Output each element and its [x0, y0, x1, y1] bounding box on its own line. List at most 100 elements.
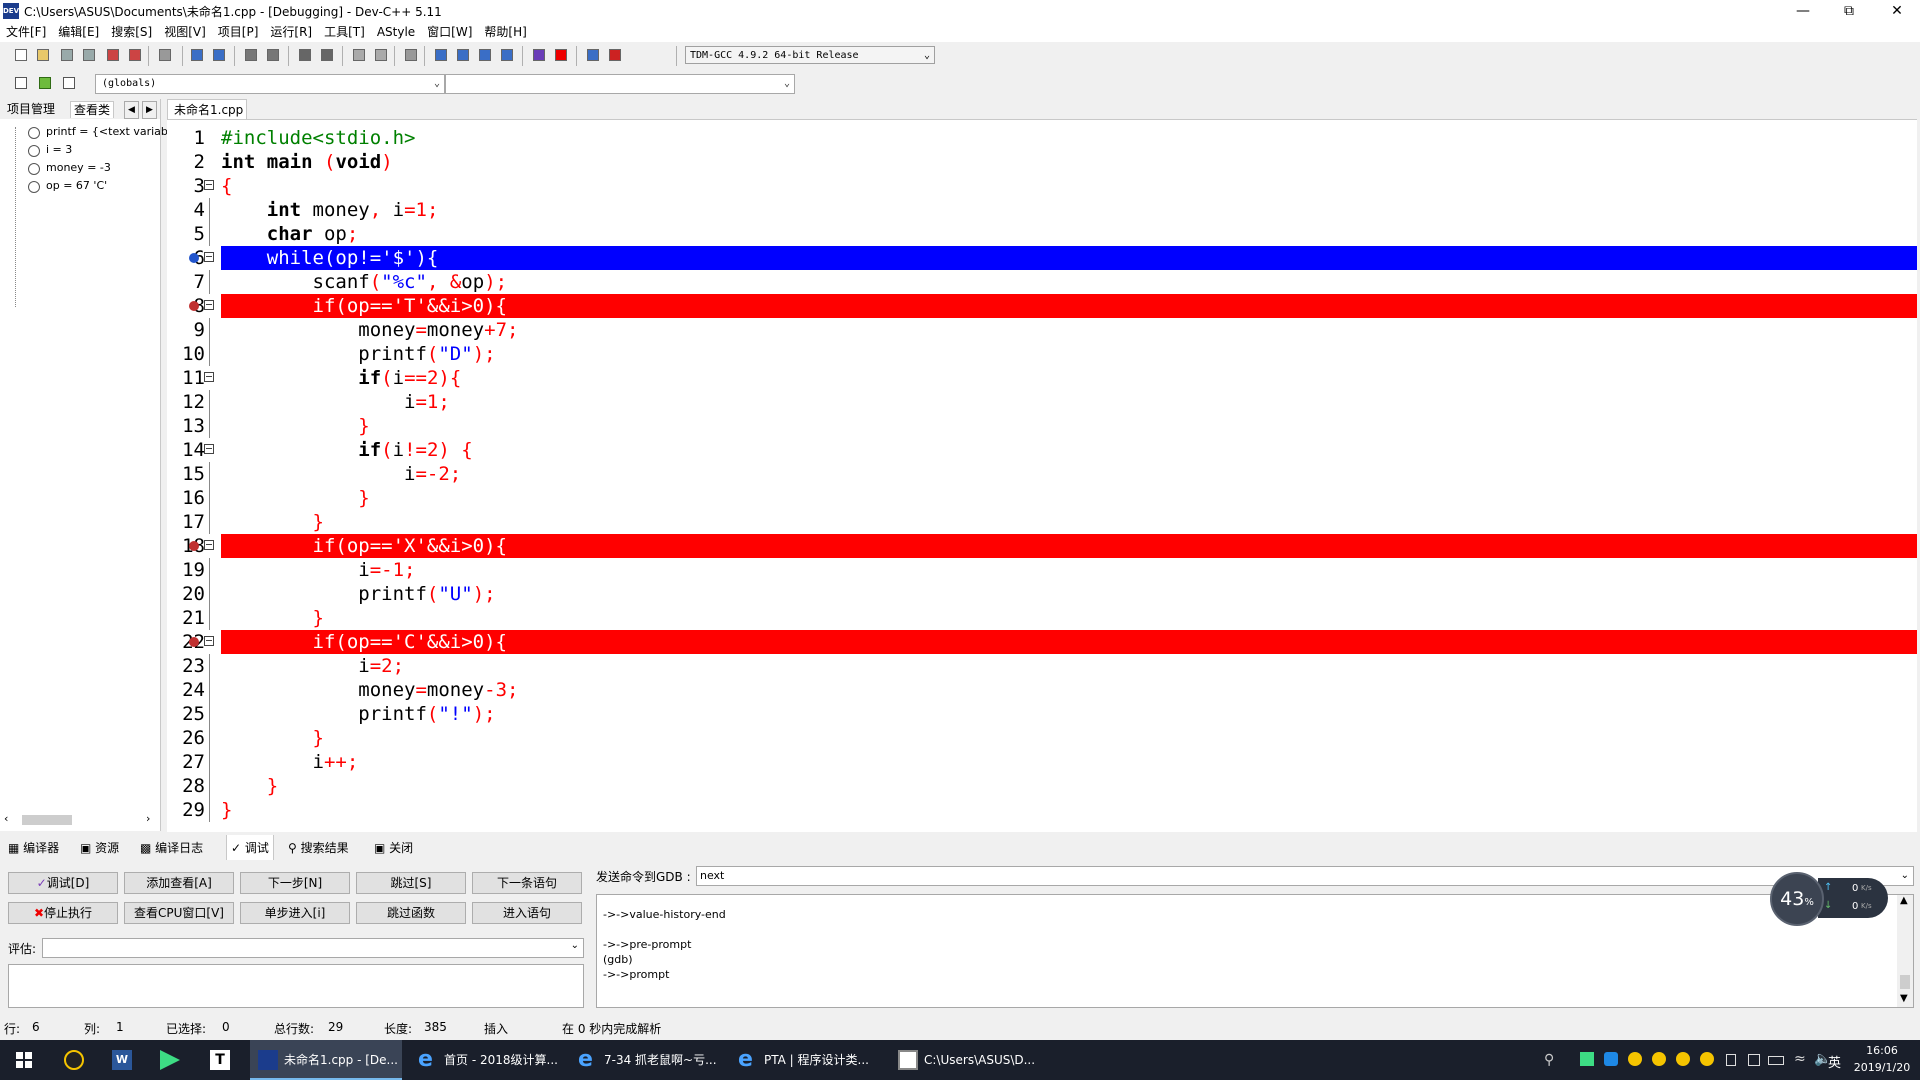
watch-item[interactable]: printf = {<text variab	[46, 125, 168, 138]
fold-toggle-icon[interactable]	[203, 630, 217, 654]
watch-item[interactable]: op = 67 'C'	[46, 179, 107, 192]
goto-line-icon[interactable]	[60, 74, 78, 92]
code-line[interactable]: 23 i=2;	[167, 654, 1917, 678]
tab-compiler[interactable]: ▦ 编译器	[8, 839, 59, 856]
clock[interactable]: 16:06 2019/1/20	[1852, 1042, 1912, 1076]
fold-toggle-icon[interactable]	[203, 534, 217, 558]
scroll-down-icon[interactable]: ▼	[1900, 993, 1908, 1004]
syntax-check-icon[interactable]	[530, 46, 548, 64]
code-line[interactable]: 3{	[167, 174, 1917, 198]
editor-tab-file[interactable]: 未命名1.cpp	[167, 99, 247, 119]
fold-toggle-icon[interactable]	[203, 366, 217, 390]
close-all-icon[interactable]	[126, 46, 144, 64]
print-icon[interactable]	[156, 46, 174, 64]
gdb-output[interactable]: ->->value-history-end ->->pre-prompt (gdb)…	[596, 894, 1914, 1008]
qq-penguin-icon[interactable]	[64, 1050, 84, 1070]
code-line[interactable]: 27 i++;	[167, 750, 1917, 774]
menu-item[interactable]: 窗口[W]	[421, 22, 478, 42]
qq-tray-icon[interactable]	[1628, 1052, 1642, 1066]
menu-item[interactable]: AStyle	[371, 22, 421, 42]
scope-combo[interactable]: (globals) ⌄	[95, 74, 445, 94]
code-line[interactable]: 2 int main (void)	[167, 150, 1917, 174]
close-button[interactable]: ✕	[1874, 0, 1920, 22]
save-all-icon[interactable]	[80, 46, 98, 64]
fold-toggle-icon[interactable]	[203, 294, 217, 318]
tab-search-results[interactable]: ⚲ 搜索结果	[288, 839, 349, 856]
code-line[interactable]: 14 if(i!=2) {	[167, 438, 1917, 462]
back-icon[interactable]	[350, 46, 368, 64]
stop-execution-button[interactable]: ✖停止执行	[8, 902, 118, 924]
symbol-combo[interactable]: ⌄	[445, 74, 795, 94]
code-line[interactable]: 20 printf("U");	[167, 582, 1917, 606]
word-icon[interactable]: W	[112, 1050, 132, 1070]
skip-function-button[interactable]: 跳过函数	[356, 902, 466, 924]
qq-tray-icon[interactable]	[1652, 1052, 1666, 1066]
tab-compile-log[interactable]: ▩ 编译日志	[140, 839, 203, 856]
menu-item[interactable]: 视图[V]	[158, 22, 212, 42]
usb-device-icon[interactable]	[1726, 1054, 1736, 1066]
code-line[interactable]: 12 i=1;	[167, 390, 1917, 414]
indent-icon[interactable]	[296, 46, 314, 64]
tab-debug[interactable]: ✓ 调试	[226, 835, 274, 863]
replace-icon[interactable]	[264, 46, 282, 64]
task-browser-pta[interactable]: e PTA | 程序设计类...	[730, 1040, 882, 1080]
goto-bookmark-icon[interactable]	[36, 74, 54, 92]
code-editor[interactable]: 1 #include<stdio.h> 2 int main (void) 3{4 in…	[167, 119, 1917, 832]
eval-input[interactable]: ⌄	[42, 938, 584, 958]
menu-item[interactable]: 搜索[S]	[105, 22, 158, 42]
menu-item[interactable]: 编辑[E]	[52, 22, 105, 42]
play-store-icon[interactable]	[160, 1050, 180, 1070]
task-devcpp[interactable]: 未命名1.cpp - [De...	[250, 1040, 402, 1080]
code-line[interactable]: 18 if(op=='X'&&i>0){	[167, 534, 1917, 558]
code-line[interactable]: 13 }	[167, 414, 1917, 438]
new-file-icon[interactable]	[12, 46, 30, 64]
code-line[interactable]: 7 scanf("%c", &op);	[167, 270, 1917, 294]
stop-icon[interactable]	[552, 46, 570, 64]
current-line-arrow-icon[interactable]	[189, 253, 199, 263]
undo-icon[interactable]	[188, 46, 206, 64]
breakpoint-icon[interactable]	[189, 637, 199, 647]
code-line[interactable]: 5 char op;	[167, 222, 1917, 246]
step-into-button[interactable]: 单步进入[i]	[240, 902, 350, 924]
menu-item[interactable]: 帮助[H]	[478, 22, 532, 42]
fold-toggle-icon[interactable]	[203, 246, 217, 270]
tab-close[interactable]: ▣ 关闭	[374, 839, 413, 856]
profile-icon[interactable]	[606, 46, 624, 64]
breakpoint-icon[interactable]	[189, 541, 199, 551]
rebuild-icon[interactable]	[498, 46, 516, 64]
compiler-select[interactable]: TDM-GCC 4.9.2 64-bit Release ⌄	[685, 46, 935, 64]
breakpoint-icon[interactable]	[189, 301, 199, 311]
task-console[interactable]: C:\Users\ASUS\D...	[890, 1040, 1042, 1080]
wifi-icon[interactable]: ≈	[1794, 1051, 1806, 1067]
menu-item[interactable]: 运行[R]	[264, 22, 318, 42]
tab-scroll-right-icon[interactable]: ▶	[142, 101, 157, 119]
chart-icon[interactable]	[584, 46, 602, 64]
toggle-bookmark-icon[interactable]	[402, 46, 420, 64]
task-browser-problem[interactable]: e 7-34 抓老鼠啊~亏...	[570, 1040, 722, 1080]
maximize-button[interactable]: ⧉	[1826, 0, 1872, 22]
compile-icon[interactable]	[432, 46, 450, 64]
code-line[interactable]: 6 while(op!='$'){	[167, 246, 1917, 270]
run-icon[interactable]	[454, 46, 472, 64]
battery-icon[interactable]	[1768, 1056, 1784, 1065]
code-line[interactable]: 10 printf("D");	[167, 342, 1917, 366]
redo-icon[interactable]	[210, 46, 228, 64]
network-speed-widget[interactable]: ↑ 0 K/s ↓ 0 K/s 43%	[1770, 872, 1890, 926]
code-line[interactable]: 29}	[167, 798, 1917, 822]
code-line[interactable]: 4 int money, i=1;	[167, 198, 1917, 222]
people-icon[interactable]: ⚲	[1544, 1052, 1554, 1068]
task-browser-home[interactable]: e 首页 - 2018级计算...	[410, 1040, 562, 1080]
fold-toggle-icon[interactable]	[203, 438, 217, 462]
code-line[interactable]: 25 printf("!");	[167, 702, 1917, 726]
next-step-button[interactable]: 下一步[N]	[240, 872, 350, 894]
menu-item[interactable]: 项目[P]	[212, 22, 265, 42]
code-line[interactable]: 15 i=-2;	[167, 462, 1917, 486]
code-line[interactable]: 1 #include<stdio.h>	[167, 126, 1917, 150]
code-line[interactable]: 11 if(i==2){	[167, 366, 1917, 390]
qq-tray-icon[interactable]	[1700, 1052, 1714, 1066]
scroll-right-icon[interactable]: ›	[146, 812, 150, 825]
goto-file-icon[interactable]	[12, 74, 30, 92]
watch-item[interactable]: i = 3	[46, 143, 72, 156]
open-file-icon[interactable]	[34, 46, 52, 64]
forward-icon[interactable]	[372, 46, 390, 64]
